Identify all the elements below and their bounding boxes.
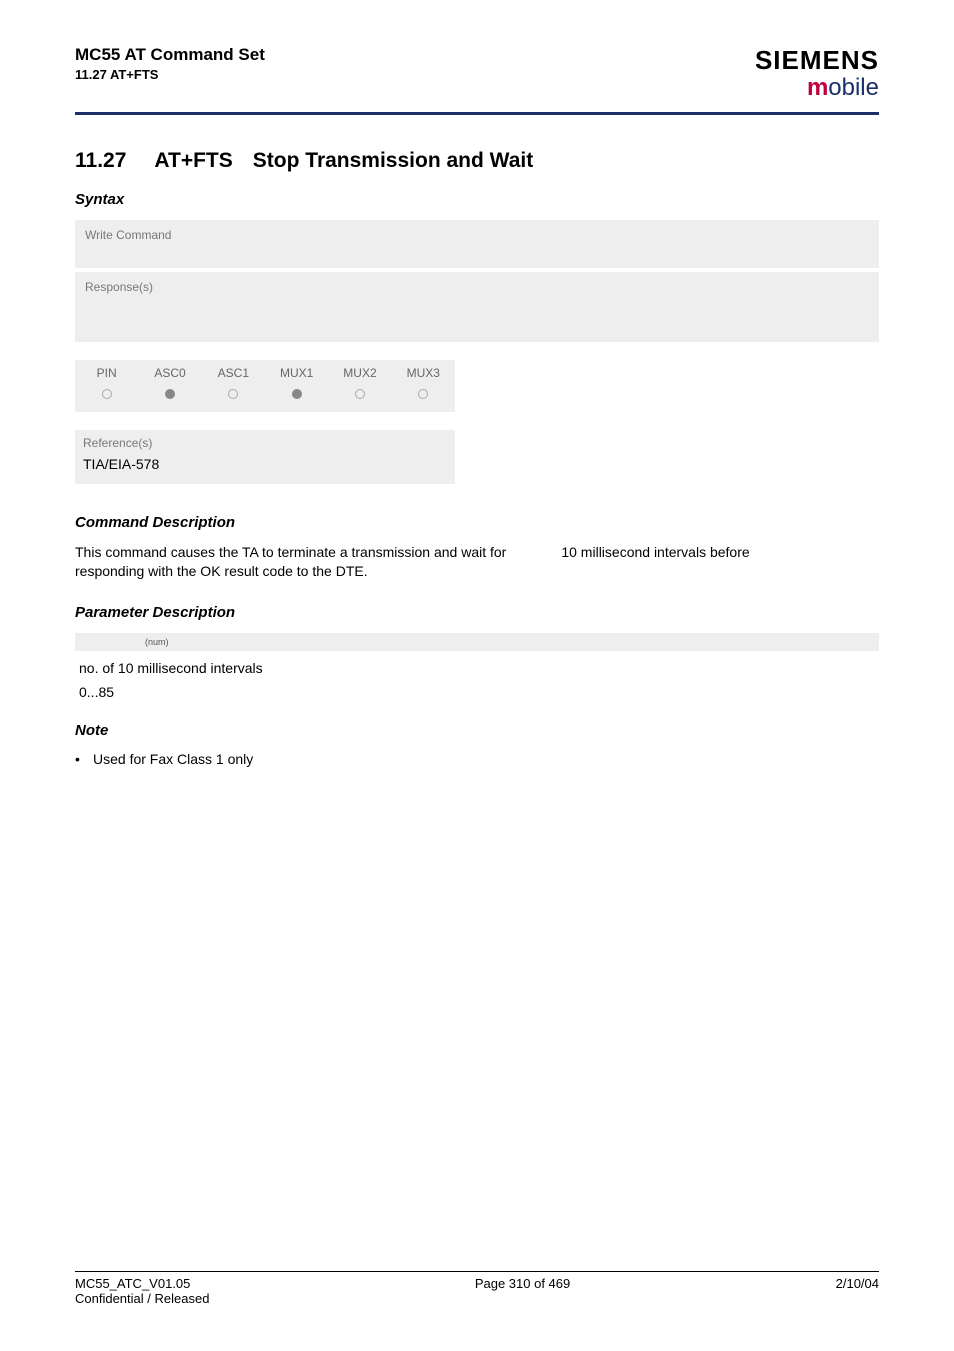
mux-col-pin: PIN [75,360,138,384]
note-list: •Used for Fax Class 1 only [75,751,879,767]
mux-header-row: PIN ASC0 ASC1 MUX1 MUX2 MUX3 [75,360,455,384]
mux-col-asc1: ASC1 [202,360,265,384]
mux-table: PIN ASC0 ASC1 MUX1 MUX2 MUX3 [75,360,455,412]
footer-center: Page 310 of 469 [475,1276,570,1306]
header-right: SIEMENS mobile [755,45,879,102]
write-command-box: Write Command [75,220,879,268]
cmd-desc-text: This command causes the TA to terminate … [75,543,879,582]
references-box: Reference(s) TIA/EIA-578 [75,430,455,484]
cmd-desc-heading: Command Description [75,514,879,531]
mux-val-2 [202,384,265,412]
circle-empty-icon [355,389,365,399]
circle-empty-icon [418,389,428,399]
brand-m: m [807,74,828,101]
doc-subsection: 11.27 AT+FTS [75,67,265,82]
mux-val-0 [75,384,138,412]
param-line1: no. of 10 millisecond intervals [79,657,879,681]
section-title: Stop Transmission and Wait [253,149,533,172]
bullet-icon: • [75,751,93,767]
page-header: MC55 AT Command Set 11.27 AT+FTS SIEMENS… [75,45,879,115]
section-number: 11.27 [75,149,126,173]
section-command: AT+FTS [154,149,232,173]
circle-empty-icon [228,389,238,399]
footer-conf: Confidential / Released [75,1291,209,1306]
references-label: Reference(s) [83,434,447,453]
param-tag: (num) [145,637,169,647]
responses-box: Response(s) [75,272,879,342]
circle-filled-icon [165,389,175,399]
doc-title: MC55 AT Command Set [75,45,265,65]
mux-val-4 [328,384,391,412]
footer-docid: MC55_ATC_V01.05 [75,1276,209,1291]
circle-filled-icon [292,389,302,399]
mux-value-row [75,384,455,412]
footer-left: MC55_ATC_V01.05 Confidential / Released [75,1276,209,1306]
note-item: Used for Fax Class 1 only [93,751,253,767]
param-tag-box: (num) [75,633,879,651]
footer-right: 2/10/04 [836,1276,879,1306]
circle-empty-icon [102,389,112,399]
param-desc-heading: Parameter Description [75,604,879,621]
mux-val-1 [138,384,201,412]
mux-col-mux2: MUX2 [328,360,391,384]
mux-col-mux3: MUX3 [392,360,455,384]
references-value: TIA/EIA-578 [83,453,447,475]
section-heading: 11.27 AT+FTS Stop Transmission and Wait [75,149,879,173]
param-desc-text: no. of 10 millisecond intervals 0...85 [79,657,879,705]
header-left: MC55 AT Command Set 11.27 AT+FTS [75,45,265,82]
mux-val-5 [392,384,455,412]
write-command-label: Write Command [85,228,171,242]
brand-obile: obile [828,74,879,101]
syntax-heading: Syntax [75,191,879,208]
responses-label: Response(s) [85,280,153,294]
cmd-desc-1a: This command causes the TA to terminate … [75,544,506,560]
mux-val-3 [265,384,328,412]
page-footer: MC55_ATC_V01.05 Confidential / Released … [75,1271,879,1306]
cmd-desc-2: responding with the OK result code to th… [75,563,368,579]
mux-col-asc0: ASC0 [138,360,201,384]
mux-col-mux1: MUX1 [265,360,328,384]
param-line2: 0...85 [79,681,879,705]
brand-subtitle: mobile [755,74,879,102]
note-heading: Note [75,722,879,739]
brand-logo: SIEMENS [755,45,879,76]
cmd-desc-1b: 10 millisecond intervals before [561,544,749,560]
